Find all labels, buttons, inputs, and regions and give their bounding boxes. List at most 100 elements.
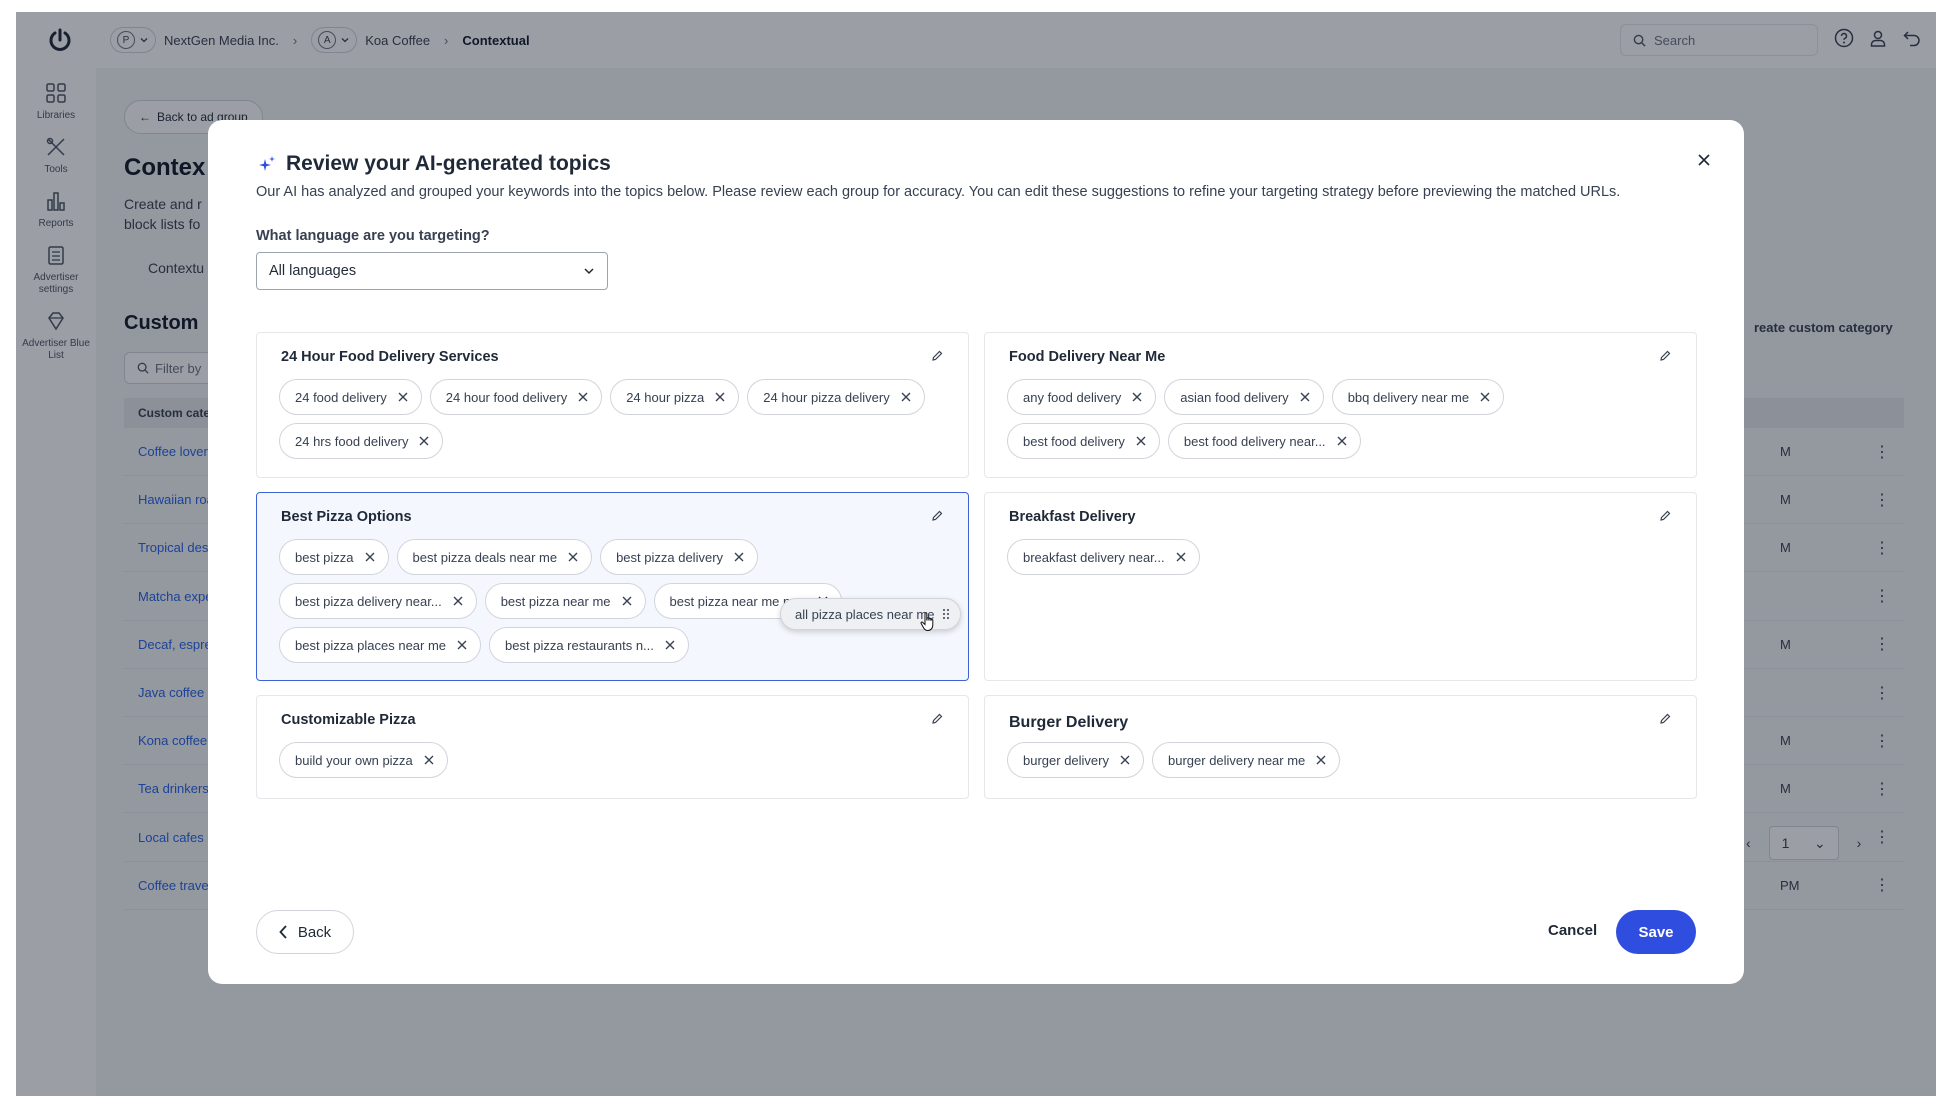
keyword-chip-list: build your own pizza bbox=[279, 742, 928, 778]
remove-keyword-icon[interactable] bbox=[456, 639, 468, 651]
remove-keyword-icon[interactable] bbox=[452, 595, 464, 607]
edit-icon[interactable] bbox=[928, 507, 946, 525]
remove-keyword-icon[interactable] bbox=[1315, 754, 1327, 766]
keyword-chip[interactable]: best pizza bbox=[279, 539, 389, 575]
remove-keyword-icon[interactable] bbox=[1299, 391, 1311, 403]
close-button[interactable] bbox=[1692, 148, 1716, 172]
topic-title: Burger Delivery bbox=[1009, 714, 1129, 731]
keyword-chip[interactable]: best food delivery bbox=[1007, 423, 1160, 459]
keyword-chip[interactable]: breakfast delivery near... bbox=[1007, 539, 1200, 575]
remove-keyword-icon[interactable] bbox=[900, 391, 912, 403]
topic-card[interactable]: Food Delivery Near Me any food delivery as… bbox=[984, 332, 1697, 478]
remove-keyword-icon[interactable] bbox=[1479, 391, 1491, 403]
topic-card[interactable]: Burger Delivery burger delivery burger del… bbox=[984, 695, 1697, 799]
dragging-keyword-label: all pizza places near me bbox=[795, 606, 935, 622]
keyword-chip-list: breakfast delivery near... bbox=[1007, 539, 1656, 575]
topic-card[interactable]: Best Pizza Options best pizza best pizza d… bbox=[256, 492, 969, 681]
keyword-chip[interactable]: best food delivery near... bbox=[1167, 423, 1361, 459]
keyword-label: asian food delivery bbox=[1180, 389, 1289, 405]
keyword-label: best food delivery bbox=[1023, 433, 1125, 449]
remove-keyword-icon[interactable] bbox=[1175, 551, 1187, 563]
keyword-chip[interactable]: best pizza deals near me bbox=[396, 539, 593, 575]
chevron-left-icon bbox=[279, 925, 287, 939]
keyword-chip[interactable]: best pizza near me bbox=[484, 583, 646, 619]
save-button[interactable]: Save bbox=[1616, 910, 1696, 954]
remove-keyword-icon[interactable] bbox=[567, 551, 579, 563]
keyword-label: 24 hour pizza bbox=[626, 389, 705, 405]
remove-keyword-icon[interactable] bbox=[621, 595, 633, 607]
topic-card[interactable]: Breakfast Delivery breakfast delivery nea… bbox=[984, 492, 1697, 681]
keyword-label: breakfast delivery near... bbox=[1023, 549, 1165, 565]
remove-keyword-icon[interactable] bbox=[1131, 391, 1143, 403]
keyword-label: best pizza deals near me bbox=[412, 549, 558, 565]
edit-icon[interactable] bbox=[1656, 507, 1674, 525]
keyword-chip[interactable]: best pizza delivery near... bbox=[279, 583, 477, 619]
keyword-chip[interactable]: any food delivery bbox=[1007, 379, 1157, 415]
remove-keyword-icon[interactable] bbox=[423, 754, 435, 766]
back-label: Back bbox=[297, 923, 332, 941]
keyword-chip[interactable]: best pizza delivery bbox=[600, 539, 759, 575]
keyword-chip[interactable]: asian food delivery bbox=[1164, 379, 1324, 415]
keyword-label: build your own pizza bbox=[295, 752, 413, 768]
keyword-chip[interactable]: 24 hour pizza bbox=[610, 379, 740, 415]
keyword-label: burger delivery bbox=[1023, 752, 1109, 768]
keyword-chip[interactable]: burger delivery near me bbox=[1152, 742, 1341, 778]
review-topics-modal: Review your AI-generated topics Our AI h… bbox=[208, 120, 1744, 984]
keyword-label: best food delivery near... bbox=[1183, 433, 1326, 449]
language-label: What language are you targeting? bbox=[256, 228, 490, 244]
remove-keyword-icon[interactable] bbox=[1336, 435, 1348, 447]
keyword-chip[interactable]: burger delivery bbox=[1007, 742, 1144, 778]
remove-keyword-icon[interactable] bbox=[577, 391, 589, 403]
keyword-label: 24 hrs food delivery bbox=[295, 433, 409, 449]
edit-icon[interactable] bbox=[928, 347, 946, 365]
keyword-chip[interactable]: 24 hour food delivery bbox=[429, 379, 603, 415]
keyword-label: best pizza places near me bbox=[295, 637, 447, 653]
language-select[interactable]: All languages bbox=[256, 252, 608, 290]
sparkle-icon bbox=[259, 156, 275, 171]
remove-keyword-icon[interactable] bbox=[397, 391, 409, 403]
keyword-chip[interactable]: 24 food delivery bbox=[279, 379, 422, 415]
keyword-chip[interactable]: best pizza restaurants n... bbox=[489, 627, 689, 663]
keyword-label: best pizza restaurants n... bbox=[505, 637, 654, 653]
dragging-keyword-chip[interactable]: all pizza places near me bbox=[780, 598, 962, 631]
remove-keyword-icon[interactable] bbox=[714, 391, 726, 403]
modal-title: Review your AI-generated topics bbox=[258, 152, 611, 176]
close-icon bbox=[1698, 154, 1710, 166]
remove-keyword-icon[interactable] bbox=[418, 435, 430, 447]
edit-icon[interactable] bbox=[928, 710, 946, 728]
topic-card[interactable]: Customizable Pizza build your own pizza bbox=[256, 695, 969, 799]
topic-card[interactable]: 24 Hour Food Delivery Services 24 food de… bbox=[256, 332, 969, 478]
keyword-label: burger delivery near me bbox=[1168, 752, 1306, 768]
keyword-label: best pizza delivery near... bbox=[295, 593, 442, 609]
topic-title: Customizable Pizza bbox=[281, 712, 416, 728]
keyword-chip[interactable]: build your own pizza bbox=[279, 742, 448, 778]
edit-icon[interactable] bbox=[1656, 710, 1674, 728]
cancel-button[interactable]: Cancel bbox=[1548, 922, 1597, 939]
keyword-chip[interactable]: 24 hrs food delivery bbox=[279, 423, 444, 459]
chevron-down-icon bbox=[584, 268, 594, 275]
edit-icon[interactable] bbox=[1656, 347, 1674, 365]
drag-handle-icon bbox=[943, 609, 950, 619]
topic-title: Best Pizza Options bbox=[281, 509, 412, 525]
remove-keyword-icon[interactable] bbox=[1119, 754, 1131, 766]
remove-keyword-icon[interactable] bbox=[1135, 435, 1147, 447]
keyword-chip-list: 24 food delivery 24 hour food delivery 24 … bbox=[279, 379, 928, 459]
keyword-chip[interactable]: 24 hour pizza delivery bbox=[747, 379, 925, 415]
keyword-label: best pizza delivery bbox=[616, 549, 724, 565]
keyword-label: 24 hour food delivery bbox=[445, 389, 568, 405]
keyword-label: any food delivery bbox=[1023, 389, 1122, 405]
keyword-label: 24 food delivery bbox=[295, 389, 387, 405]
keyword-chip[interactable]: best pizza places near me bbox=[279, 627, 482, 663]
app-window: P NextGen Media Inc. › A Koa Coffee › Co… bbox=[16, 12, 1936, 1096]
language-select-value: All languages bbox=[269, 263, 357, 279]
modal-subtitle: Our AI has analyzed and grouped your key… bbox=[256, 184, 1621, 200]
keyword-label: 24 hour pizza delivery bbox=[763, 389, 890, 405]
keyword-chip-list: burger delivery burger delivery near me bbox=[1007, 742, 1656, 778]
back-button[interactable]: Back bbox=[256, 910, 354, 954]
remove-keyword-icon[interactable] bbox=[733, 551, 745, 563]
keyword-chip[interactable]: bbq delivery near me bbox=[1331, 379, 1505, 415]
topic-title: 24 Hour Food Delivery Services bbox=[281, 349, 499, 365]
keyword-label: bbq delivery near me bbox=[1347, 389, 1470, 405]
remove-keyword-icon[interactable] bbox=[364, 551, 376, 563]
remove-keyword-icon[interactable] bbox=[664, 639, 676, 651]
